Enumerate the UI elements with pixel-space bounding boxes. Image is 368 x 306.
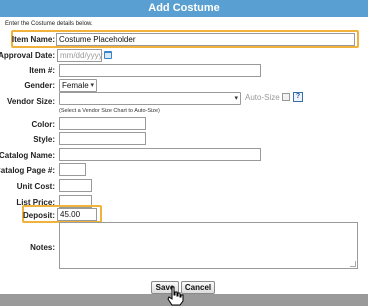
deposit-label: Deposit: [23, 211, 55, 220]
item-number-label: Item #: [29, 66, 55, 75]
item-name-input[interactable]: Costume Placeholder [56, 33, 355, 46]
auto-size-checkbox[interactable] [282, 93, 290, 101]
dialog-title: Add Costume [0, 0, 368, 17]
intro-text: Enter the Costume details below. [5, 21, 93, 27]
help-icon[interactable]: ? [293, 92, 303, 102]
unit-cost-label: Unit Cost: [16, 182, 55, 191]
vendor-size-select[interactable]: ▾ [59, 92, 241, 105]
catalog-page-label: Catalog Page #: [0, 166, 55, 175]
approval-date-label: Approval Date: [0, 51, 55, 60]
gender-label: Gender: [24, 81, 55, 90]
unit-cost-input[interactable] [59, 179, 92, 192]
catalog-name-input[interactable] [59, 148, 261, 161]
gender-select[interactable]: Female ▾ [59, 79, 97, 92]
item-number-input[interactable] [59, 64, 261, 77]
approval-date-input[interactable]: mm/dd/yyyy [57, 49, 103, 62]
style-input[interactable] [59, 132, 146, 145]
gender-select-value: Female [62, 81, 89, 90]
auto-size-label: Auto-Size [245, 93, 280, 102]
calendar-icon[interactable] [104, 51, 112, 59]
item-name-label: Item Name: [11, 35, 55, 44]
color-input[interactable] [59, 117, 146, 130]
notes-textarea[interactable] [59, 222, 358, 269]
catalog-name-label: Catalog Name: [0, 151, 55, 160]
catalog-page-input[interactable] [59, 163, 86, 176]
cancel-button[interactable]: Cancel [181, 281, 215, 294]
deposit-input[interactable]: 45.00 [57, 208, 97, 221]
dialog-footer [0, 294, 368, 306]
list-price-label: List Price: [16, 198, 55, 207]
chevron-down-icon: ▾ [234, 95, 238, 102]
list-price-input[interactable] [59, 195, 92, 208]
notes-label: Notes: [30, 243, 55, 252]
chevron-down-icon: ▾ [90, 82, 94, 89]
hand-cursor-icon [167, 286, 184, 306]
vendor-size-note: (Select a Vendor Size Chart to Auto-Size… [59, 108, 160, 114]
vendor-size-label: Vendor Size: [6, 97, 55, 106]
resize-grip-icon[interactable] [350, 261, 356, 267]
color-label: Color: [31, 120, 55, 129]
style-label: Style: [33, 135, 55, 144]
